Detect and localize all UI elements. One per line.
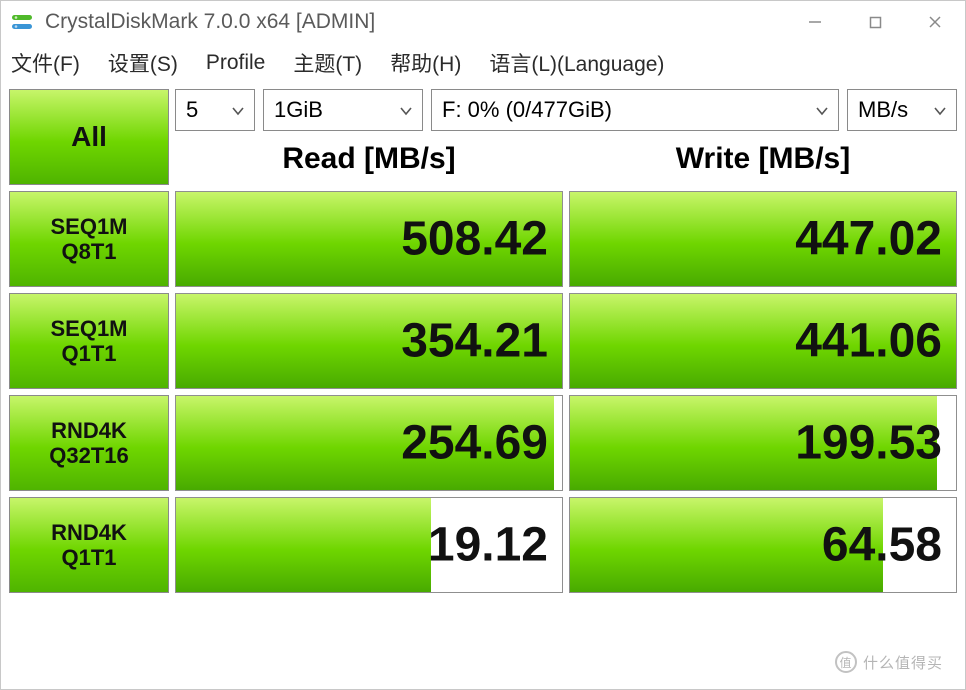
run-all-label: All (71, 121, 107, 153)
run-rnd4k-q1t1-button[interactable]: RND4K Q1T1 (9, 497, 169, 593)
value: 354.21 (401, 314, 548, 369)
write-seq1m-q8t1: 447.02 (569, 191, 957, 287)
btn-label: SEQ1M Q1T1 (50, 316, 127, 367)
write-header: Write [MB/s] (569, 133, 957, 185)
value: 447.02 (795, 212, 942, 267)
chevron-down-icon (400, 97, 412, 123)
drive-select[interactable]: F: 0% (0/477GiB) (431, 89, 839, 131)
test-size-select[interactable]: 1GiB (263, 89, 423, 131)
minimize-button[interactable] (785, 1, 845, 43)
maximize-button[interactable] (845, 1, 905, 43)
value: 64.58 (822, 518, 942, 573)
results-area: All 5 1GiB F: 0% (0/477GiB) (1, 83, 965, 689)
unit-value: MB/s (858, 97, 908, 123)
value: 254.69 (401, 416, 548, 471)
window-controls (785, 1, 965, 43)
menu-file[interactable]: 文件(F) (11, 48, 80, 78)
window-title: CrystalDiskMark 7.0.0 x64 [ADMIN] (45, 10, 375, 34)
menubar: 文件(F) 设置(S) Profile 主题(T) 帮助(H) 语言(L)(La… (1, 43, 965, 83)
menu-settings[interactable]: 设置(S) (108, 48, 178, 78)
menu-language[interactable]: 语言(L)(Language) (489, 48, 664, 78)
btn-label: RND4K Q32T16 (49, 418, 129, 469)
value: 441.06 (795, 314, 942, 369)
runs-value: 5 (186, 97, 198, 123)
drive-value: F: 0% (0/477GiB) (442, 97, 612, 123)
titlebar: CrystalDiskMark 7.0.0 x64 [ADMIN] (1, 1, 965, 43)
app-icon (9, 9, 35, 35)
bar (176, 498, 431, 592)
run-all-button[interactable]: All (9, 89, 169, 185)
read-seq1m-q8t1: 508.42 (175, 191, 563, 287)
run-rnd4k-q32t16-button[interactable]: RND4K Q32T16 (9, 395, 169, 491)
chevron-down-icon (816, 97, 828, 123)
close-button[interactable] (905, 1, 965, 43)
menu-theme[interactable]: 主题(T) (293, 48, 362, 78)
write-rnd4k-q1t1: 64.58 (569, 497, 957, 593)
btn-label: RND4K Q1T1 (51, 520, 127, 571)
menu-profile[interactable]: Profile (206, 51, 266, 75)
value: 508.42 (401, 212, 548, 267)
btn-label: SEQ1M Q8T1 (50, 214, 127, 265)
runs-select[interactable]: 5 (175, 89, 255, 131)
chevron-down-icon (934, 97, 946, 123)
write-rnd4k-q32t16: 199.53 (569, 395, 957, 491)
test-size-value: 1GiB (274, 97, 323, 123)
read-header: Read [MB/s] (175, 133, 563, 185)
read-rnd4k-q1t1: 19.12 (175, 497, 563, 593)
top-right-block: 5 1GiB F: 0% (0/477GiB) MB/s (175, 89, 957, 185)
value: 199.53 (795, 416, 942, 471)
chevron-down-icon (232, 97, 244, 123)
controls-row: 5 1GiB F: 0% (0/477GiB) MB/s (175, 89, 957, 133)
run-seq1m-q1t1-button[interactable]: SEQ1M Q1T1 (9, 293, 169, 389)
unit-select[interactable]: MB/s (847, 89, 957, 131)
run-seq1m-q8t1-button[interactable]: SEQ1M Q8T1 (9, 191, 169, 287)
read-seq1m-q1t1: 354.21 (175, 293, 563, 389)
read-rnd4k-q32t16: 254.69 (175, 395, 563, 491)
app-window: CrystalDiskMark 7.0.0 x64 [ADMIN] 文件(F) … (0, 0, 966, 690)
write-seq1m-q1t1: 441.06 (569, 293, 957, 389)
value: 19.12 (428, 518, 548, 573)
menu-help[interactable]: 帮助(H) (390, 48, 461, 78)
